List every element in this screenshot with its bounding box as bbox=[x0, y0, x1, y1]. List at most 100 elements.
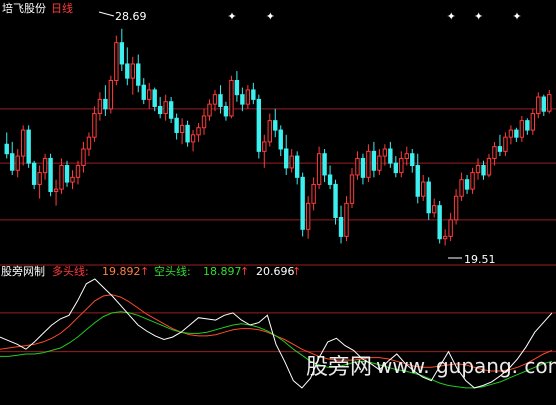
candle-body bbox=[421, 181, 426, 197]
candle-body bbox=[256, 98, 262, 152]
candle-body bbox=[333, 183, 338, 218]
candle-body bbox=[322, 153, 327, 176]
candle-body bbox=[399, 157, 404, 174]
candle-body bbox=[519, 120, 525, 138]
signal-marker: ✦ bbox=[512, 10, 521, 23]
chart-background bbox=[0, 0, 556, 405]
candle-body bbox=[190, 134, 196, 143]
candle-body bbox=[514, 129, 519, 138]
candle-body bbox=[245, 89, 251, 105]
candle-body bbox=[4, 143, 9, 155]
candle-body bbox=[327, 174, 333, 185]
candle-body bbox=[92, 113, 97, 138]
candle-body bbox=[371, 150, 377, 171]
stock-chart: ✦ ✦ ✦ ✦ ✦ 培飞股份 日线 28.69 19.51 股旁网制 多头线: 19.8… bbox=[0, 0, 556, 405]
candle-body bbox=[42, 157, 48, 174]
short-line-arrow: ↑ bbox=[240, 265, 249, 278]
candle-body bbox=[349, 174, 355, 204]
candle-body bbox=[119, 42, 125, 65]
candle-body bbox=[344, 202, 349, 237]
long-line-arrow: ↑ bbox=[140, 265, 149, 278]
candle-body bbox=[48, 157, 53, 193]
candle-body bbox=[453, 195, 459, 221]
candle-down bbox=[333, 179, 338, 225]
candle-body bbox=[86, 136, 92, 150]
candle-body bbox=[114, 42, 119, 81]
candle-body bbox=[437, 205, 442, 240]
candle-body bbox=[470, 172, 475, 190]
candle-body bbox=[179, 124, 185, 133]
candle-body bbox=[251, 89, 256, 100]
candle-body bbox=[26, 129, 31, 164]
candle-body bbox=[393, 162, 399, 174]
candle-body bbox=[20, 129, 26, 157]
long-line-label: 多头线: bbox=[52, 264, 89, 278]
candle-body bbox=[442, 235, 448, 240]
candle-body bbox=[31, 162, 37, 185]
candle-body bbox=[410, 153, 415, 167]
candle-body bbox=[289, 155, 294, 169]
candle-body bbox=[503, 136, 508, 152]
period-label: 日线 bbox=[51, 1, 73, 15]
candle-body bbox=[81, 148, 86, 167]
candle-body bbox=[382, 148, 388, 157]
candle-body bbox=[541, 96, 546, 112]
candle-body bbox=[415, 165, 420, 197]
candle-body bbox=[366, 150, 371, 178]
candle-body bbox=[311, 183, 316, 204]
candle-body bbox=[70, 176, 75, 183]
watermark-cn: 股旁网 bbox=[306, 355, 372, 380]
candle-body bbox=[464, 179, 470, 190]
candle-body bbox=[360, 157, 366, 178]
high-price-label: 28.69 bbox=[115, 10, 147, 23]
candle-body bbox=[141, 84, 146, 100]
candle-body bbox=[125, 63, 130, 79]
candle-body bbox=[486, 157, 492, 176]
main-line-value: 20.696 bbox=[256, 265, 295, 278]
candle-body bbox=[267, 120, 272, 143]
candle-down bbox=[26, 125, 31, 168]
candle-body bbox=[10, 153, 15, 171]
low-price-label: 19.51 bbox=[464, 253, 496, 266]
candle-down bbox=[300, 172, 305, 237]
candle-body bbox=[157, 105, 163, 115]
candle-body bbox=[431, 205, 437, 214]
candle-body bbox=[530, 113, 536, 131]
candle-body bbox=[163, 101, 168, 115]
candle-body bbox=[492, 146, 497, 159]
candle-body bbox=[404, 153, 409, 159]
candle-body bbox=[294, 155, 300, 178]
candle-body bbox=[196, 127, 201, 136]
candle-up bbox=[108, 75, 114, 114]
candle-body bbox=[37, 172, 42, 185]
long-line-value: 19.892 bbox=[102, 265, 141, 278]
candle-body bbox=[234, 79, 240, 96]
candle-down bbox=[256, 94, 262, 159]
signal-marker: ✦ bbox=[227, 10, 236, 23]
candle-body bbox=[53, 188, 59, 193]
short-line-label: 空头线: bbox=[154, 264, 191, 278]
candle-body bbox=[426, 181, 431, 214]
candle-body bbox=[508, 129, 514, 138]
candle-body bbox=[108, 79, 114, 110]
candle-body bbox=[377, 155, 382, 171]
candle-body bbox=[262, 141, 267, 152]
candle-body bbox=[481, 165, 486, 176]
candle-body bbox=[448, 219, 453, 237]
candle-up bbox=[229, 75, 234, 119]
signal-marker: ✦ bbox=[266, 10, 275, 23]
candle-body bbox=[284, 148, 289, 169]
candle-body bbox=[229, 79, 234, 117]
candle-down bbox=[48, 153, 53, 197]
candle-up bbox=[344, 196, 349, 242]
candle-body bbox=[525, 120, 530, 131]
candle-body bbox=[316, 153, 322, 185]
short-line-value: 18.897 bbox=[203, 265, 242, 278]
candle-body bbox=[212, 94, 218, 105]
candle-body bbox=[75, 165, 81, 178]
candle-body bbox=[300, 176, 305, 230]
candle-body bbox=[305, 202, 311, 230]
candle-up bbox=[114, 35, 119, 86]
signal-marker: ✦ bbox=[474, 10, 483, 23]
indicator-name: 股旁网制 bbox=[1, 264, 45, 278]
